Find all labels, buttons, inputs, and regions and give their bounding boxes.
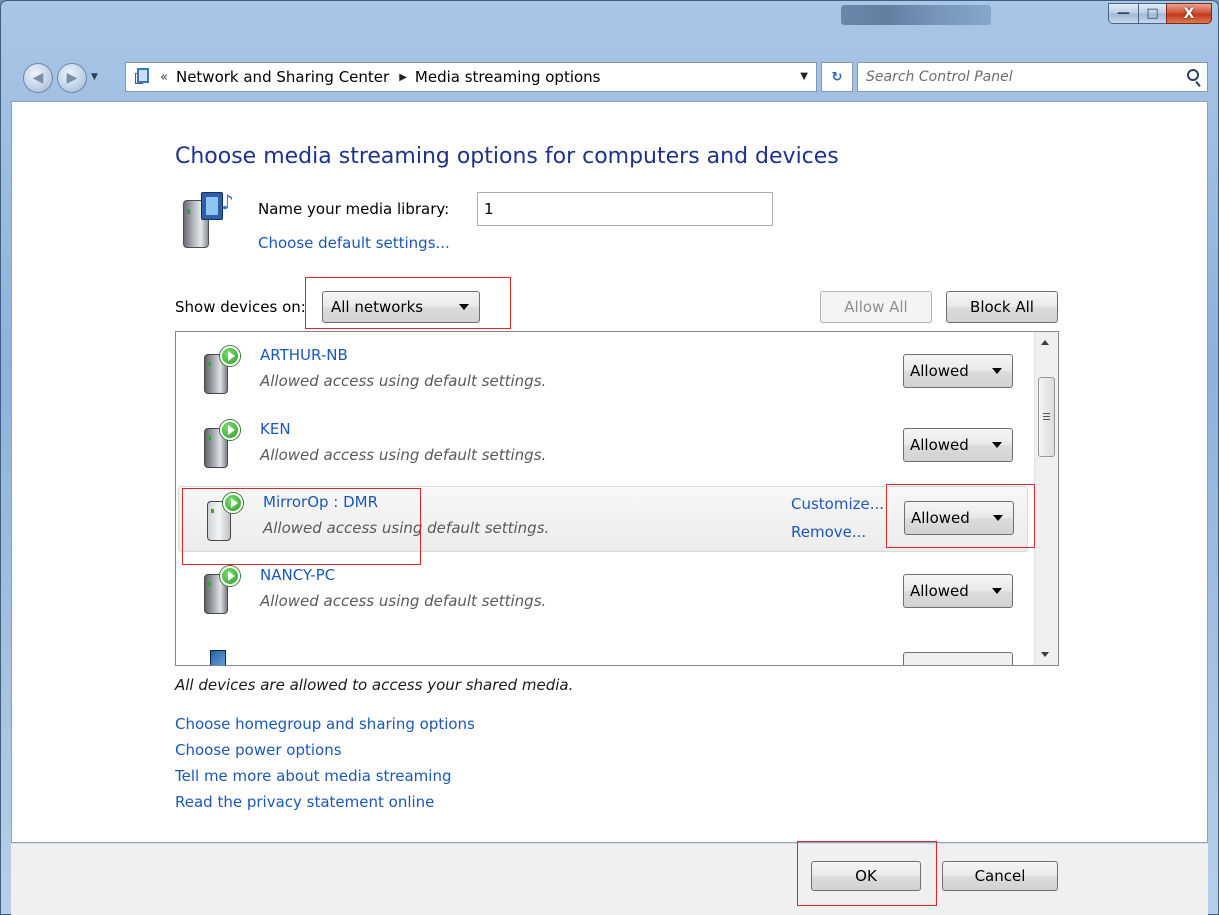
show-devices-label: Show devices on: [175, 298, 306, 316]
library-name-input[interactable] [477, 192, 773, 226]
search-input[interactable] [866, 69, 1166, 85]
device-access-select[interactable]: Allowed [903, 428, 1013, 462]
media-device-icon [200, 564, 244, 616]
related-links: Choose homegroup and sharing options Cho… [175, 714, 475, 812]
device-name[interactable]: ARTHUR-NB [260, 346, 348, 364]
device-name[interactable]: MirrorOp : DMR [263, 493, 378, 511]
device-description: Allowed access using default settings. [260, 372, 547, 390]
cancel-button[interactable]: Cancel [942, 861, 1058, 891]
ok-button[interactable]: OK [811, 861, 921, 891]
control-panel-window: — □ X ◀ ▶ ▼ « Network and Sharing Center… [0, 0, 1219, 915]
back-button[interactable]: ◀ [23, 63, 53, 93]
close-icon: X [1183, 5, 1195, 22]
media-library-icon: ♪ [179, 190, 241, 250]
dropdown-arrow-icon [992, 588, 1002, 594]
dropdown-arrow-icon [993, 515, 1003, 521]
device-description: Allowed access using default settings. [263, 519, 550, 537]
device-access-select[interactable]: Allowed [904, 501, 1014, 535]
scroll-down-icon[interactable] [1041, 652, 1049, 657]
content-area: Choose media streaming options for compu… [11, 101, 1208, 843]
media-device-icon [200, 344, 244, 396]
remove-link[interactable]: Remove... [791, 523, 866, 541]
media-device-icon [200, 418, 244, 470]
device-access-select[interactable] [903, 652, 1013, 665]
forward-arrow-icon: ▶ [66, 70, 78, 86]
close-button[interactable]: X [1166, 3, 1212, 24]
allow-all-button[interactable]: Allow All [820, 291, 932, 323]
breadcrumb-separator-icon[interactable]: ▶ [399, 72, 407, 83]
scroll-up-icon[interactable] [1041, 340, 1049, 345]
device-access-value: Allowed [910, 362, 969, 380]
device-row[interactable]: ARTHUR-NB Allowed access using default s… [176, 340, 1034, 406]
recent-pages-dropdown[interactable]: ▼ [91, 72, 98, 82]
breadcrumb-network-sharing-center[interactable]: Network and Sharing Center [176, 68, 389, 86]
library-name-label: Name your media library: [258, 200, 450, 218]
scrollbar-thumb[interactable] [1038, 377, 1055, 457]
page-heading: Choose media streaming options for compu… [175, 144, 839, 169]
dropdown-arrow-icon [992, 442, 1002, 448]
maximize-button[interactable]: □ [1138, 3, 1166, 24]
homegroup-sharing-link[interactable]: Choose homegroup and sharing options [175, 714, 475, 734]
device-access-value: Allowed [910, 436, 969, 454]
device-description: Allowed access using default settings. [260, 446, 547, 464]
power-options-link[interactable]: Choose power options [175, 740, 475, 760]
maximize-icon: □ [1146, 6, 1159, 21]
device-row[interactable]: NANCY-PC Allowed access using default se… [176, 560, 1034, 626]
back-arrow-icon: ◀ [32, 70, 44, 86]
grip-icon [1043, 413, 1050, 414]
privacy-statement-link[interactable]: Read the privacy statement online [175, 792, 475, 812]
media-device-icon [210, 650, 226, 665]
device-access-select[interactable]: Allowed [903, 574, 1013, 608]
device-row-partial[interactable] [176, 648, 1034, 665]
control-panel-icon [134, 67, 156, 87]
device-access-select[interactable]: Allowed [903, 354, 1013, 388]
minimize-button[interactable]: — [1108, 3, 1138, 24]
dialog-footer: OK Cancel [11, 843, 1208, 915]
media-streaming-help-link[interactable]: Tell me more about media streaming [175, 766, 475, 786]
device-list-scrollbar[interactable] [1034, 332, 1058, 665]
device-description: Allowed access using default settings. [260, 592, 547, 610]
device-name[interactable]: NANCY-PC [260, 566, 335, 584]
address-bar[interactable]: « Network and Sharing Center ▶ Media str… [125, 62, 817, 92]
caption-buttons: — □ X [1108, 3, 1212, 24]
nav-buttons: ◀ ▶ ▼ [23, 63, 141, 95]
dropdown-arrow-icon [992, 368, 1002, 374]
device-list: ARTHUR-NB Allowed access using default s… [175, 331, 1059, 666]
search-icon[interactable] [1187, 69, 1199, 81]
device-row-selected[interactable]: MirrorOp : DMR Allowed access using defa… [178, 486, 1028, 552]
dropdown-arrow-icon [459, 304, 469, 310]
customize-link[interactable]: Customize... [791, 495, 884, 513]
block-all-button[interactable]: Block All [946, 291, 1058, 323]
navigation-bar: ◀ ▶ ▼ « Network and Sharing Center ▶ Med… [11, 59, 1208, 95]
search-box[interactable] [857, 62, 1208, 92]
refresh-button[interactable]: ↻ [821, 62, 853, 92]
device-name[interactable]: KEN [260, 420, 291, 438]
address-dropdown-icon[interactable]: ▼ [800, 71, 808, 82]
title-bar-decoration [841, 5, 991, 25]
device-access-value: Allowed [911, 509, 970, 527]
network-filter-value: All networks [331, 298, 424, 316]
device-row[interactable]: KEN Allowed access using default setting… [176, 414, 1034, 480]
minimize-icon: — [1117, 6, 1130, 21]
network-filter-select[interactable]: All networks [322, 291, 480, 323]
device-access-value: Allowed [910, 582, 969, 600]
media-device-icon [203, 491, 247, 543]
access-summary: All devices are allowed to access your s… [175, 676, 574, 694]
forward-button[interactable]: ▶ [57, 63, 87, 93]
breadcrumb-overflow[interactable]: « [160, 70, 168, 85]
refresh-icon: ↻ [831, 69, 843, 85]
breadcrumb-media-streaming-options[interactable]: Media streaming options [415, 68, 601, 86]
title-bar[interactable]: — □ X [1, 1, 1218, 51]
choose-default-settings-link[interactable]: Choose default settings... [258, 234, 450, 252]
